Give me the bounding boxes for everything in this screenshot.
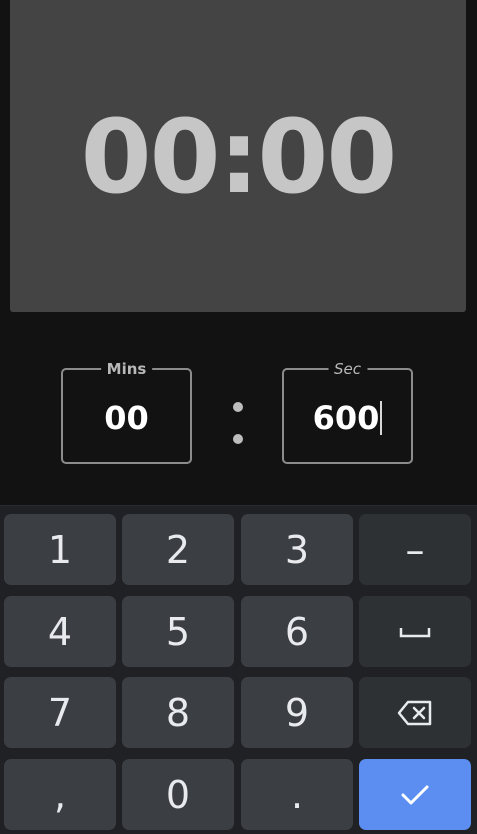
key-done[interactable] [359,759,471,830]
minutes-value: 00 [104,399,149,437]
backspace-icon [397,700,432,725]
key-backspace[interactable] [359,677,471,748]
text-cursor [380,401,383,435]
key-0[interactable]: 0 [122,759,234,830]
key-8[interactable]: 8 [122,677,234,748]
minutes-label: Mins [100,360,153,378]
colon-dot-top [233,402,243,412]
key-9[interactable]: 9 [241,677,353,748]
key-minus[interactable]: – [359,514,471,585]
key-7[interactable]: 7 [4,677,116,748]
seconds-label: Sec [328,360,367,378]
timer-card: 00:00 [10,0,466,312]
colon-dot-bottom [233,434,243,444]
space-icon [399,627,431,637]
key-4[interactable]: 4 [4,596,116,667]
time-separator-colon [233,400,243,448]
key-2[interactable]: 2 [122,514,234,585]
key-space[interactable] [359,596,471,667]
seconds-value: 600 [284,400,411,436]
key-1[interactable]: 1 [4,514,116,585]
checkmark-icon [401,785,429,804]
key-3[interactable]: 3 [241,514,353,585]
seconds-value-text: 600 [312,399,380,437]
timer-display: 00:00 [80,98,398,217]
key-comma[interactable]: , [4,759,116,830]
timer-screen: 00:00 Mins 00 Sec 600 1 2 3 – 4 5 6 7 8 … [0,0,477,834]
numeric-keyboard: 1 2 3 – 4 5 6 7 8 9 , 0 . [0,505,477,834]
key-6[interactable]: 6 [241,596,353,667]
key-5[interactable]: 5 [122,596,234,667]
minutes-field[interactable]: Mins 00 [61,360,192,464]
key-period[interactable]: . [241,759,353,830]
seconds-field[interactable]: Sec 600 [282,360,413,464]
